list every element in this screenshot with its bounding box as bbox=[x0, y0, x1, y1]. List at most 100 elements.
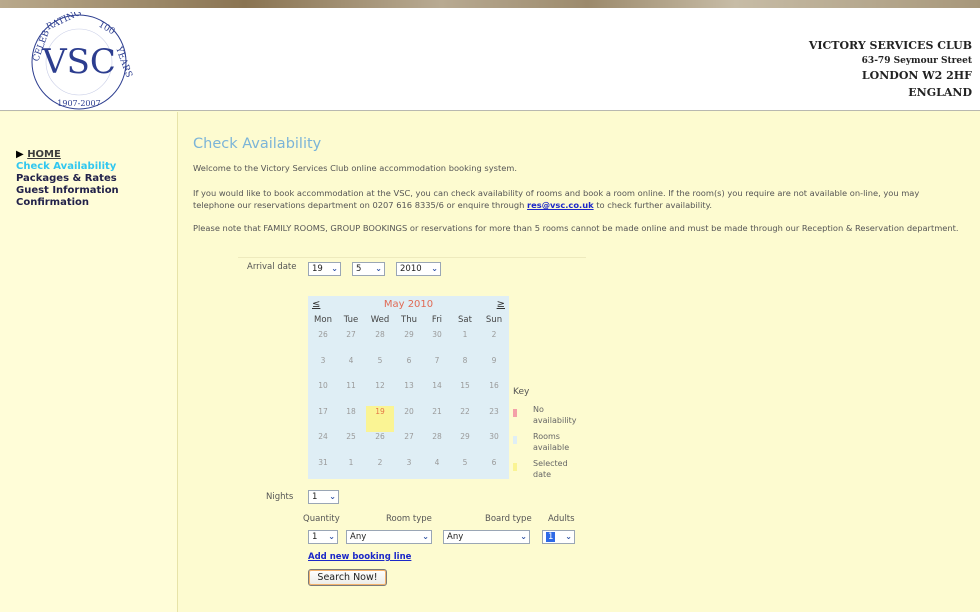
calendar-day[interactable]: 11 bbox=[337, 380, 365, 406]
key-swatch-no-availability bbox=[513, 409, 517, 417]
calendar-day[interactable]: 28 bbox=[366, 329, 394, 355]
calendar-day[interactable]: 24 bbox=[309, 431, 337, 457]
key-label-rooms-available: Rooms available bbox=[533, 432, 570, 452]
calendar-day[interactable]: 18 bbox=[337, 406, 365, 432]
weekday-header: Thu bbox=[401, 315, 417, 325]
calendar-day[interactable]: 29 bbox=[451, 431, 479, 457]
calendar-day[interactable]: 13 bbox=[395, 380, 423, 406]
calendar-day[interactable]: 31 bbox=[309, 457, 337, 483]
calendar-day[interactable]: 30 bbox=[423, 329, 451, 355]
chevron-down-icon: ⌄ bbox=[422, 532, 429, 541]
calendar-day[interactable]: 5 bbox=[366, 355, 394, 381]
calendar-day[interactable]: 9 bbox=[480, 355, 508, 381]
calendar-next-link[interactable]: ≥ bbox=[497, 299, 505, 310]
calendar-day[interactable]: 1 bbox=[451, 329, 479, 355]
chevron-down-icon: ⌄ bbox=[565, 532, 572, 541]
header: VSC CELEB RATING 100 YEARS 1907-2007 VIC… bbox=[0, 8, 980, 111]
chevron-down-icon: ⌄ bbox=[329, 492, 336, 501]
calendar-day[interactable]: 27 bbox=[395, 431, 423, 457]
address-street: 63-79 Seymour Street bbox=[861, 56, 972, 66]
arrival-date-label: Arrival date bbox=[247, 262, 297, 272]
calendar-day[interactable]: 7 bbox=[423, 355, 451, 381]
calendar-day[interactable]: 28 bbox=[423, 431, 451, 457]
arrow-right-icon: ▶ bbox=[16, 149, 24, 160]
svg-text:VSC: VSC bbox=[41, 42, 116, 82]
key-title: Key bbox=[513, 387, 530, 397]
booking-info-text: If you would like to book accommodation … bbox=[193, 188, 920, 210]
calendar-day[interactable]: 6 bbox=[395, 355, 423, 381]
calendar-day[interactable]: 4 bbox=[337, 355, 365, 381]
chevron-down-icon: ⌄ bbox=[520, 532, 527, 541]
board-type-header: Board type bbox=[485, 514, 532, 524]
room-type-select[interactable]: Any ⌄ bbox=[346, 530, 432, 544]
calendar-day[interactable]: 1 bbox=[337, 457, 365, 483]
divider bbox=[238, 257, 586, 258]
calendar-day-selected[interactable]: 19 bbox=[366, 405, 394, 432]
arrival-month-select[interactable]: 5 ⌄ bbox=[352, 262, 385, 276]
board-type-select[interactable]: Any ⌄ bbox=[443, 530, 530, 544]
calendar-day[interactable]: 5 bbox=[451, 457, 479, 483]
key-label-no-availability: No availability bbox=[533, 405, 577, 425]
room-type-header: Room type bbox=[386, 514, 432, 524]
calendar-day[interactable]: 2 bbox=[480, 329, 508, 355]
restrictions-note: Please note that FAMILY ROOMS, GROUP BOO… bbox=[193, 223, 959, 233]
calendar-day[interactable]: 12 bbox=[366, 380, 394, 406]
chevron-down-icon: ⌄ bbox=[331, 264, 338, 273]
calendar-day[interactable]: 14 bbox=[423, 380, 451, 406]
page-title: Check Availability bbox=[193, 136, 322, 152]
calendar-day[interactable]: 15 bbox=[451, 380, 479, 406]
nav-step-confirmation: Confirmation bbox=[16, 197, 90, 208]
calendar-month-label: May 2010 bbox=[383, 299, 434, 310]
calendar-day[interactable]: 27 bbox=[337, 329, 365, 355]
nights-select[interactable]: 1 ⌄ bbox=[308, 490, 339, 504]
calendar-day[interactable]: 21 bbox=[423, 406, 451, 432]
availability-calendar: ≤ May 2010 ≥ Mon Tue Wed Thu Fri Sat Sun 26 27 28… bbox=[308, 296, 509, 479]
calendar-day[interactable]: 3 bbox=[309, 355, 337, 381]
calendar-day[interactable]: 22 bbox=[451, 406, 479, 432]
intro-text: Welcome to the Victory Services Club onl… bbox=[193, 163, 518, 173]
adults-select[interactable]: 1 ⌄ bbox=[542, 530, 575, 544]
search-now-button[interactable]: Search Now! bbox=[308, 569, 387, 586]
nav-step-check-availability[interactable]: Check Availability bbox=[16, 161, 119, 173]
address-city: LONDON W2 2HF bbox=[861, 69, 972, 82]
chevron-down-icon: ⌄ bbox=[328, 532, 335, 541]
calendar-day[interactable]: 25 bbox=[337, 431, 365, 457]
svg-text:1907-2007: 1907-2007 bbox=[57, 99, 100, 108]
weekday-header: Fri bbox=[431, 315, 443, 325]
chevron-down-icon: ⌄ bbox=[375, 264, 382, 273]
club-address: VICTORY SERVICES CLUB 63-79 Seymour Stre… bbox=[809, 38, 972, 102]
key-swatch-rooms-available bbox=[513, 436, 517, 444]
quantity-header: Quantity bbox=[303, 514, 340, 524]
booking-steps-nav: ▶ HOME Check Availability Packages & Rat… bbox=[16, 149, 119, 209]
club-name: VICTORY SERVICES CLUB bbox=[808, 39, 972, 52]
calendar-day[interactable]: 23 bbox=[480, 406, 508, 432]
chevron-down-icon: ⌄ bbox=[431, 264, 438, 273]
calendar-day[interactable]: 8 bbox=[451, 355, 479, 381]
weekday-header: Sat bbox=[458, 315, 472, 325]
weekday-header: Sun bbox=[485, 315, 503, 325]
calendar-day[interactable]: 3 bbox=[395, 457, 423, 483]
weekday-header: Wed bbox=[370, 315, 390, 325]
arrival-year-select[interactable]: 2010 ⌄ bbox=[396, 262, 441, 276]
calendar-day[interactable]: 26 bbox=[366, 431, 394, 457]
nights-label: Nights bbox=[266, 492, 294, 502]
add-booking-line-link[interactable]: Add new booking line bbox=[308, 552, 411, 562]
nav-home-link[interactable]: ▶ HOME bbox=[16, 149, 119, 161]
calendar-day[interactable]: 26 bbox=[309, 329, 337, 355]
key-swatch-selected-date bbox=[513, 463, 517, 471]
nav-step-packages-rates: Packages & Rates bbox=[16, 173, 117, 184]
calendar-day[interactable]: 29 bbox=[395, 329, 423, 355]
reservations-email-link[interactable]: res@vsc.co.uk bbox=[527, 200, 594, 210]
calendar-day[interactable]: 2 bbox=[366, 457, 394, 483]
calendar-day[interactable]: 16 bbox=[480, 380, 508, 406]
calendar-day[interactable]: 10 bbox=[309, 380, 337, 406]
weekday-header: Tue bbox=[343, 315, 359, 325]
calendar-day[interactable]: 4 bbox=[423, 457, 451, 483]
calendar-day[interactable]: 20 bbox=[395, 406, 423, 432]
arrival-day-select[interactable]: 19 ⌄ bbox=[308, 262, 341, 276]
sidebar: ▶ HOME Check Availability Packages & Rat… bbox=[0, 112, 178, 612]
calendar-day[interactable]: 6 bbox=[480, 457, 508, 483]
calendar-day[interactable]: 30 bbox=[480, 431, 508, 457]
calendar-day[interactable]: 17 bbox=[309, 406, 337, 432]
quantity-select[interactable]: 1 ⌄ bbox=[308, 530, 338, 544]
